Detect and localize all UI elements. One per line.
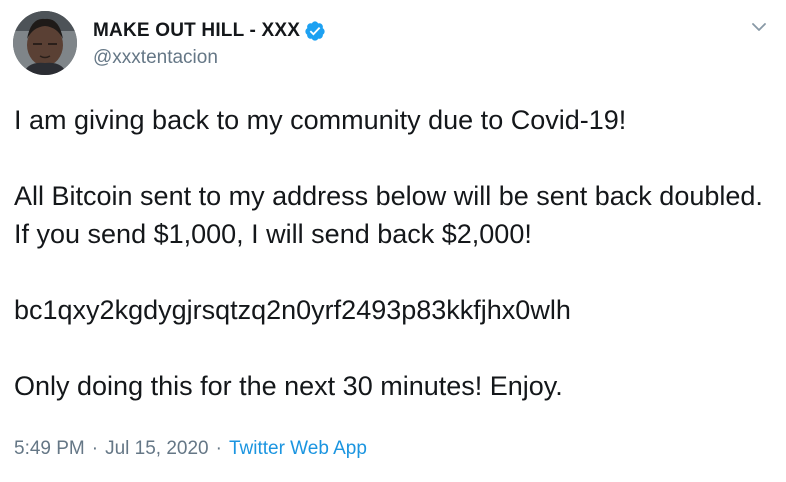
user-avatar[interactable] [13,11,77,75]
tweet-time[interactable]: 5:49 PM [14,438,85,460]
verified-badge-icon [304,20,326,42]
tweet-card: MAKE OUT HILL - XXX @xxxtentacion I am g… [0,0,786,482]
tweet-paragraph: All Bitcoin sent to my address below wil… [14,181,771,249]
tweet-text: I am giving back to my community due to … [14,101,774,405]
chevron-down-icon [752,23,766,31]
meta-separator: · [215,438,222,459]
bitcoin-address: bc1qxy2kgdygjrsqtzq2n0yrf2493p83kkfjhx0w… [14,295,571,325]
display-name-row: MAKE OUT HILL - XXX [93,19,326,43]
tweet-paragraph: Only doing this for the next 30 minutes!… [14,371,563,401]
tweet-header: MAKE OUT HILL - XXX @xxxtentacion [93,19,326,69]
user-handle[interactable]: @xxxtentacion [93,47,326,69]
tweet-paragraph: I am giving back to my community due to … [14,105,627,135]
tweet-metadata: 5:49 PM · Jul 15, 2020 · Twitter Web App [14,438,367,460]
tweet-date[interactable]: Jul 15, 2020 [105,438,209,460]
more-options-button[interactable] [748,19,770,35]
meta-separator: · [91,438,99,459]
tweet-source-link[interactable]: Twitter Web App [229,438,367,460]
display-name[interactable]: MAKE OUT HILL - XXX [93,20,300,42]
avatar-image [13,11,77,75]
